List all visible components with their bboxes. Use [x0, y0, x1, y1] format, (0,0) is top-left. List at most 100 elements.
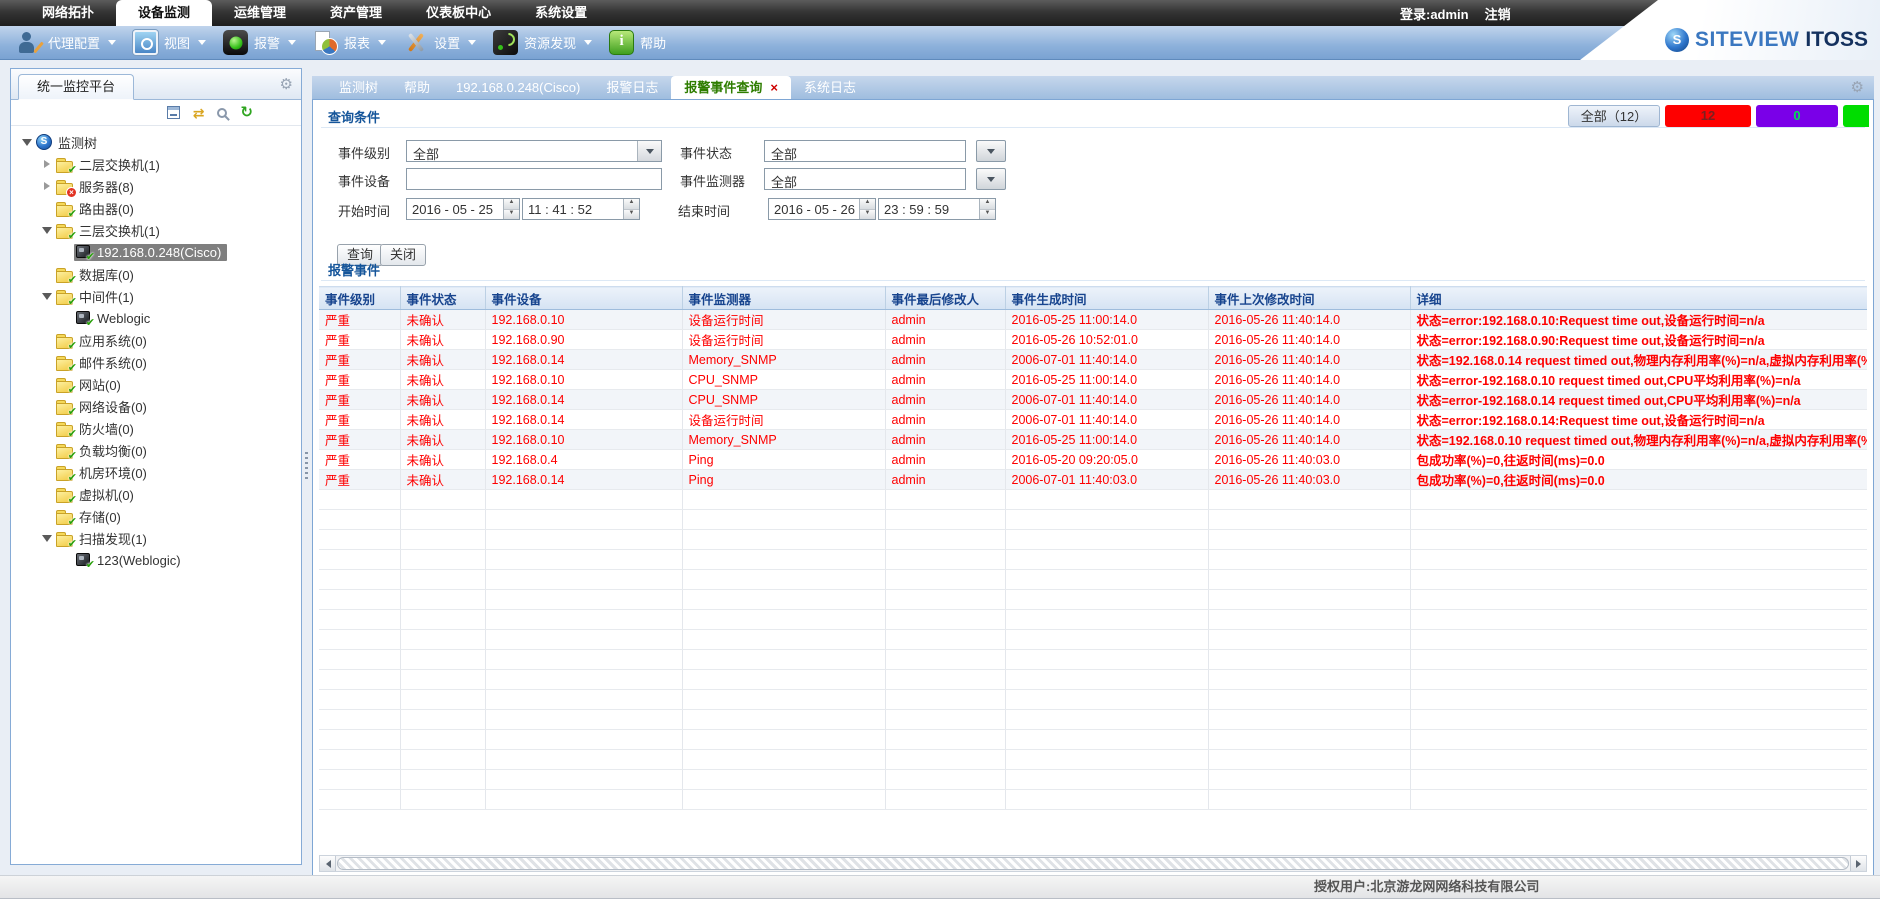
tab-active[interactable]: 报警事件查询×	[671, 76, 791, 99]
tab-2[interactable]: 192.168.0.248(Cisco)	[443, 76, 593, 99]
spinner-buttons[interactable]: ▲▼	[503, 199, 519, 219]
menu-item[interactable]: 系统设置	[513, 0, 609, 26]
tree-node[interactable]: ×服务器(8)	[11, 175, 301, 197]
start-time-spinner[interactable]: 11 : 41 : 52 ▲▼	[522, 198, 640, 220]
tree-node-line[interactable]: ✔网络设备(0)	[54, 396, 153, 417]
menu-item[interactable]: 网络拓扑	[20, 0, 116, 26]
table-row[interactable]: 严重未确认192.168.0.14Memory_SNMPadmin2006-07…	[319, 350, 1867, 370]
tree-node[interactable]: ✔邮件系统(0)	[11, 351, 301, 373]
tree-node-line[interactable]: ✔123(Weblogic)	[74, 552, 187, 569]
tree-node[interactable]: ✔123(Weblogic)	[11, 549, 301, 571]
start-date-spinner[interactable]: 2016 - 05 - 25 ▲▼	[406, 198, 520, 220]
column-header[interactable]: 详细	[1410, 287, 1867, 310]
search-icon[interactable]	[217, 108, 227, 118]
tree-node-line[interactable]: ✔应用系统(0)	[54, 330, 153, 351]
panel-splitter[interactable]	[302, 68, 312, 865]
table-row[interactable]: 严重未确认192.168.0.10Memory_SNMPadmin2016-05…	[319, 430, 1867, 450]
tree-node[interactable]: ✔扫描发现(1)	[11, 527, 301, 549]
tree-node[interactable]: ✔应用系统(0)	[11, 329, 301, 351]
tree-node-line[interactable]: ✔路由器(0)	[54, 198, 140, 219]
tree-node-selected[interactable]: ✔192.168.0.248(Cisco)	[74, 244, 227, 261]
tree-node-line[interactable]: ✔存储(0)	[54, 506, 127, 527]
chevron-down-icon[interactable]	[288, 40, 296, 45]
scroll-right-icon[interactable]	[1850, 856, 1866, 871]
table-row[interactable]: 严重未确认192.168.0.4Pingadmin2016-05-20 09:2…	[319, 450, 1867, 470]
tree-node[interactable]: ✔二层交换机(1)	[11, 153, 301, 175]
expand-arrow-icon[interactable]	[39, 160, 54, 168]
badge-warning[interactable]: 0	[1756, 105, 1838, 127]
tree-node[interactable]: ✔Weblogic	[11, 307, 301, 329]
toolbar-item[interactable]: 设置	[403, 30, 476, 55]
badge-all[interactable]: 全部（12）	[1568, 105, 1660, 127]
tree-node-line[interactable]: ✔数据库(0)	[54, 264, 140, 285]
tree-node-line[interactable]: 监测树	[34, 132, 103, 153]
event-device-input[interactable]	[406, 168, 662, 190]
tree-node-line[interactable]: ✔机房环境(0)	[54, 462, 153, 483]
refresh-icon[interactable]: ↻	[240, 105, 253, 120]
tree-node[interactable]: ✔路由器(0)	[11, 197, 301, 219]
menu-item[interactable]: 仪表板中心	[404, 0, 513, 26]
tab-5[interactable]: 系统日志	[791, 76, 869, 99]
end-date-spinner[interactable]: 2016 - 05 - 26 ▲▼	[768, 198, 876, 220]
badge-critical[interactable]: 12	[1665, 105, 1751, 127]
event-status-dropdown-button[interactable]	[976, 140, 1006, 162]
table-row[interactable]: 严重未确认192.168.0.14CPU_SNMPadmin2006-07-01…	[319, 390, 1867, 410]
tree-node[interactable]: ✔数据库(0)	[11, 263, 301, 285]
tree-node-line[interactable]: ×服务器(8)	[54, 176, 140, 197]
close-button[interactable]: 关闭	[380, 244, 426, 266]
table-row[interactable]: 严重未确认192.168.0.10CPU_SNMPadmin2016-05-25…	[319, 370, 1867, 390]
column-header[interactable]: 事件最后修改人	[885, 287, 1005, 310]
tree-node[interactable]: ✔三层交换机(1)	[11, 219, 301, 241]
tree-node[interactable]: ✔网络设备(0)	[11, 395, 301, 417]
tree-node[interactable]: ✔机房环境(0)	[11, 461, 301, 483]
spinner-buttons[interactable]: ▲▼	[859, 199, 875, 219]
tree-node-line[interactable]: ✔邮件系统(0)	[54, 352, 153, 373]
tree-node-line[interactable]: ✔扫描发现(1)	[54, 528, 153, 549]
swap-arrows-icon[interactable]: ⇄	[193, 106, 205, 120]
toolbar-item[interactable]: 报表	[313, 30, 386, 55]
tree-node[interactable]: ✔中间件(1)	[11, 285, 301, 307]
gear-icon[interactable]: ⚙	[1851, 80, 1864, 95]
tree-node[interactable]: ✔存储(0)	[11, 505, 301, 527]
chevron-down-icon[interactable]	[584, 40, 592, 45]
chevron-down-icon[interactable]	[637, 141, 661, 161]
toolbar-item[interactable]: 视图	[133, 30, 206, 55]
tree-node[interactable]: ✔负载均衡(0)	[11, 439, 301, 461]
toolbar-item[interactable]: 报警	[223, 30, 296, 55]
event-monitor-dropdown-button[interactable]	[976, 168, 1006, 190]
tree-node-line[interactable]: ✔虚拟机(0)	[54, 484, 140, 505]
horizontal-scrollbar[interactable]	[319, 855, 1867, 872]
column-header[interactable]: 事件状态	[400, 287, 485, 310]
tab-1[interactable]: 帮助	[391, 76, 443, 99]
toolbar-item[interactable]: 帮助	[609, 30, 666, 55]
spinner-buttons[interactable]: ▲▼	[979, 199, 995, 219]
table-row[interactable]: 严重未确认192.168.0.14Pingadmin2006-07-01 11:…	[319, 470, 1867, 490]
menu-item[interactable]: 资产管理	[308, 0, 404, 26]
tree-node-line[interactable]: ✔防火墙(0)	[54, 418, 140, 439]
gear-icon[interactable]: ⚙	[280, 77, 293, 92]
menu-item[interactable]: 设备监测	[116, 0, 212, 26]
spinner-buttons[interactable]: ▲▼	[623, 199, 639, 219]
scroll-left-icon[interactable]	[320, 856, 336, 871]
tree-node[interactable]: ✔虚拟机(0)	[11, 483, 301, 505]
badge-ok[interactable]	[1843, 105, 1869, 127]
tree-node[interactable]: ✔网站(0)	[11, 373, 301, 395]
scrollbar-thumb[interactable]	[337, 857, 1849, 870]
event-status-input[interactable]: 全部	[764, 140, 966, 162]
table-row[interactable]: 严重未确认192.168.0.90设备运行时间admin2016-05-26 1…	[319, 330, 1867, 350]
tree-node-line[interactable]: ✔负载均衡(0)	[54, 440, 153, 461]
column-header[interactable]: 事件生成时间	[1005, 287, 1208, 310]
chevron-down-icon[interactable]	[108, 40, 116, 45]
toolbar-item[interactable]: 资源发现	[493, 30, 592, 55]
expand-arrow-icon[interactable]	[39, 529, 54, 547]
tree-node-line[interactable]: ✔网站(0)	[54, 374, 127, 395]
chevron-down-icon[interactable]	[468, 40, 476, 45]
tree-node-line[interactable]: ✔Weblogic	[74, 310, 156, 327]
tree-node-line[interactable]: ✔二层交换机(1)	[54, 154, 166, 175]
toolbar-item[interactable]: 代理配置	[17, 30, 116, 55]
chevron-down-icon[interactable]	[198, 40, 206, 45]
menu-item[interactable]: 运维管理	[212, 0, 308, 26]
column-header[interactable]: 事件设备	[485, 287, 682, 310]
expand-arrow-icon[interactable]	[39, 182, 54, 190]
expand-arrow-icon[interactable]	[39, 287, 54, 305]
